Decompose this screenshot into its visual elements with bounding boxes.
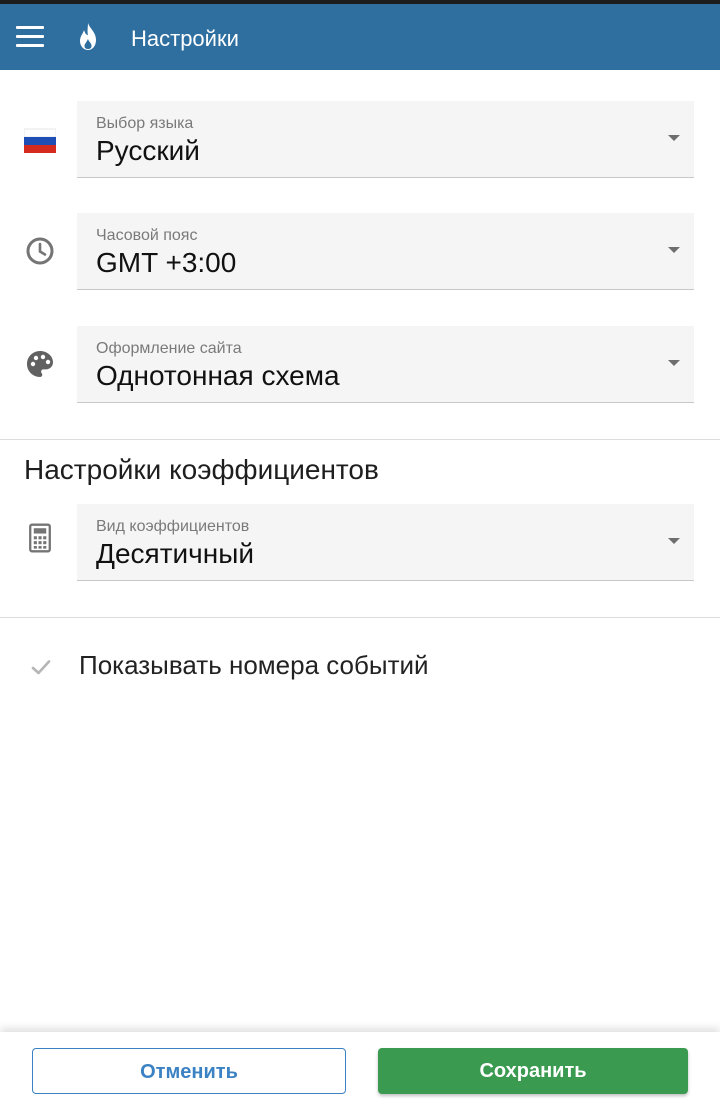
show-event-numbers-label: Показывать номера событий bbox=[79, 650, 429, 680]
section-divider bbox=[0, 439, 720, 440]
chevron-down-icon bbox=[668, 360, 680, 366]
chevron-down-icon bbox=[668, 247, 680, 253]
field-value: Однотонная схема bbox=[96, 360, 340, 391]
timezone-setting: Часовой пояс GMT +3:00 bbox=[0, 213, 720, 293]
hamburger-menu-icon[interactable] bbox=[16, 26, 44, 48]
odds-format-select[interactable]: Вид коэффициентов Десятичный bbox=[77, 504, 694, 581]
app-header: Настройки bbox=[0, 0, 720, 70]
footer-actions: Отменить Сохранить bbox=[0, 1032, 720, 1118]
chevron-down-icon bbox=[668, 135, 680, 141]
calculator-icon bbox=[29, 523, 51, 553]
field-value: Десятичный bbox=[96, 538, 254, 569]
odds-section-title: Настройки коэффициентов bbox=[24, 454, 379, 485]
check-icon bbox=[31, 660, 51, 675]
field-label: Часовой пояс bbox=[96, 227, 198, 244]
language-setting: Выбор языка Русский bbox=[0, 101, 720, 181]
russia-flag-icon bbox=[24, 128, 56, 153]
field-value: Русский bbox=[96, 135, 200, 166]
save-button[interactable]: Сохранить bbox=[378, 1048, 688, 1094]
cancel-button[interactable]: Отменить bbox=[32, 1048, 346, 1094]
field-label: Вид коэффициентов bbox=[96, 518, 250, 535]
page-title: Настройки bbox=[131, 26, 239, 51]
palette-icon bbox=[27, 351, 53, 377]
language-select[interactable]: Выбор языка Русский bbox=[77, 101, 694, 178]
timezone-select[interactable]: Часовой пояс GMT +3:00 bbox=[77, 213, 694, 290]
field-label: Оформление сайта bbox=[96, 340, 242, 357]
chevron-down-icon bbox=[668, 538, 680, 544]
show-event-numbers-toggle[interactable]: Показывать номера событий bbox=[0, 640, 720, 696]
theme-select[interactable]: Оформление сайта Однотонная схема bbox=[77, 326, 694, 403]
section-divider bbox=[0, 617, 720, 618]
field-value: GMT +3:00 bbox=[96, 247, 237, 278]
clock-icon bbox=[26, 237, 54, 265]
flame-icon bbox=[80, 23, 96, 50]
odds-format-setting: Вид коэффициентов Десятичный bbox=[0, 504, 720, 584]
field-label: Выбор языка bbox=[96, 115, 194, 132]
theme-setting: Оформление сайта Однотонная схема bbox=[0, 326, 720, 406]
